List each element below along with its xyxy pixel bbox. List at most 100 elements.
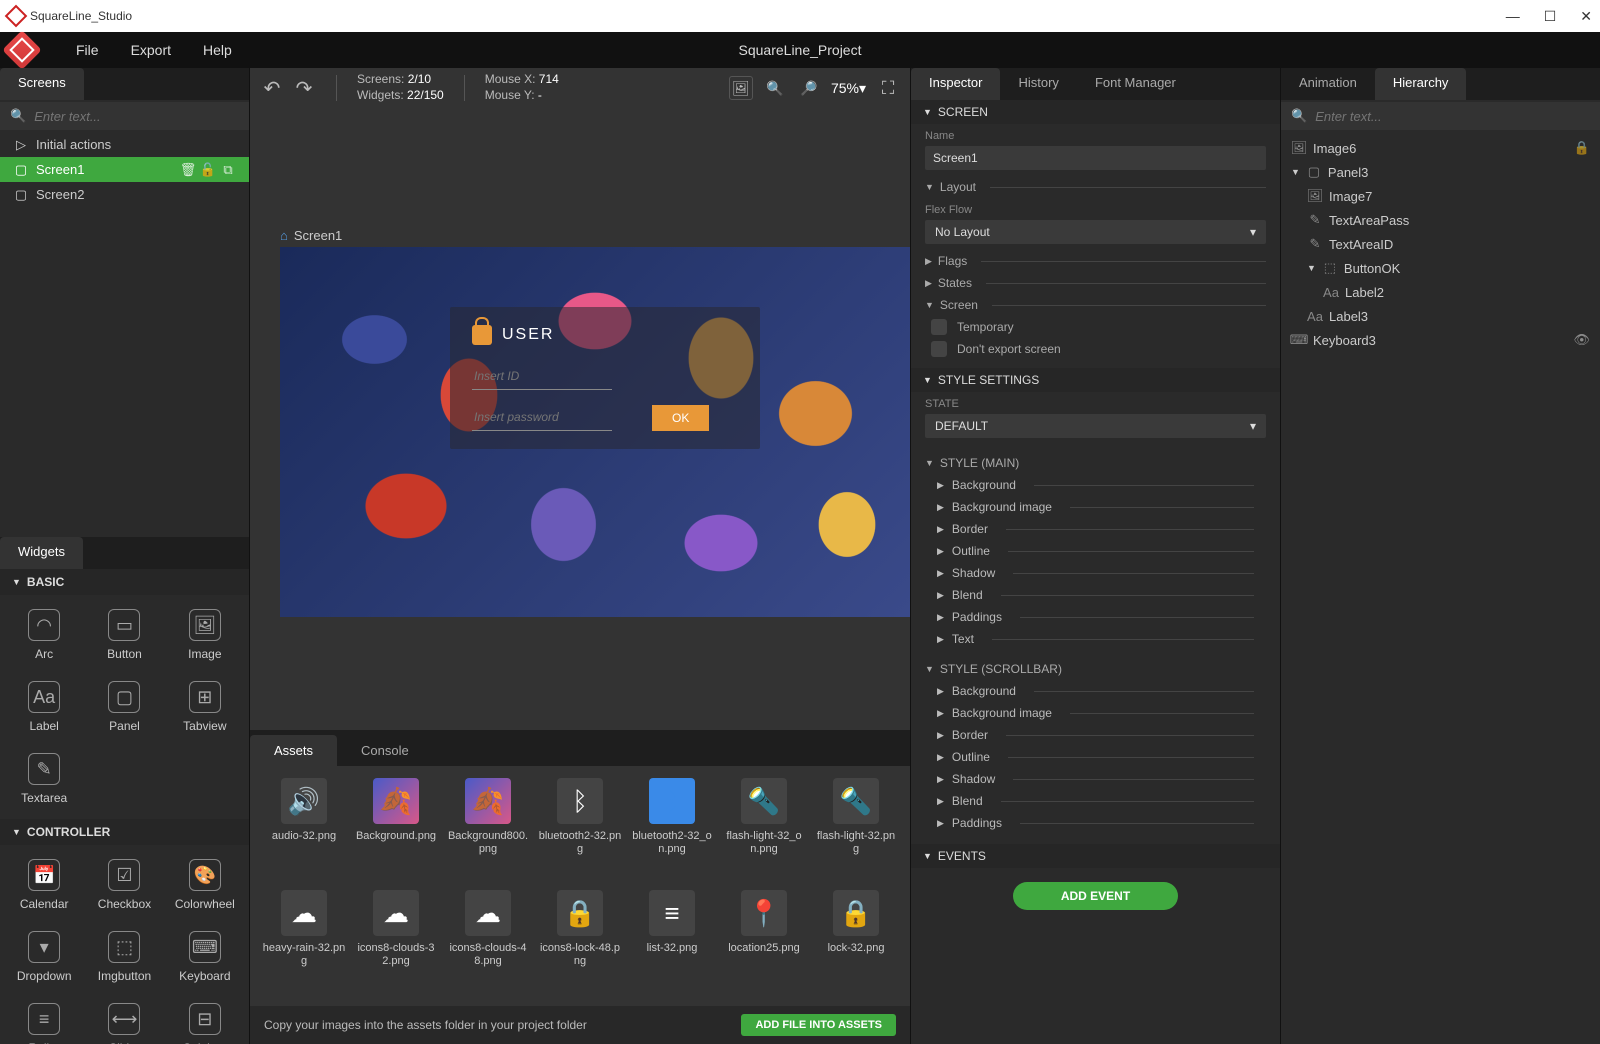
asset-item[interactable]: 🔦flash-light-32.png: [814, 778, 898, 882]
redo-button[interactable]: ↷: [292, 76, 316, 100]
widget-panel[interactable]: ▢Panel: [86, 673, 162, 741]
widget-calendar[interactable]: 📅Calendar: [6, 851, 82, 919]
image-mode-button[interactable]: 🖼: [729, 76, 753, 100]
style-paddings[interactable]: ▶Paddings: [911, 812, 1280, 834]
initial-actions-item[interactable]: ▷ Initial actions: [0, 132, 249, 157]
screen-sub-row[interactable]: ▼Screen: [911, 294, 1280, 316]
duplicate-icon[interactable]: ⧉: [221, 163, 235, 177]
style-text[interactable]: ▶Text: [911, 628, 1280, 650]
menu-help[interactable]: Help: [187, 34, 248, 66]
visibility-icon[interactable]: 👁: [1573, 332, 1590, 348]
asset-item[interactable]: 🔒lock-32.png: [814, 890, 898, 994]
hierarchy-item-keyboard3[interactable]: ⌨Keyboard3👁: [1281, 328, 1600, 352]
menu-export[interactable]: Export: [115, 34, 187, 66]
style-paddings[interactable]: ▶Paddings: [911, 606, 1280, 628]
checkbox-icon[interactable]: [931, 341, 947, 357]
asset-item[interactable]: 🍂Background.png: [354, 778, 438, 882]
asset-item[interactable]: 🍂Background800.png: [446, 778, 530, 882]
style-shadow[interactable]: ▶Shadow: [911, 562, 1280, 584]
hierarchy-item-image6[interactable]: 🖼Image6🔒: [1281, 136, 1600, 160]
style-shadow[interactable]: ▶Shadow: [911, 768, 1280, 790]
widget-textarea[interactable]: ✎Textarea: [6, 745, 82, 813]
screen-item-2[interactable]: ▢ Screen2: [0, 182, 249, 207]
widget-dropdown[interactable]: ▾Dropdown: [6, 923, 82, 991]
style-blend[interactable]: ▶Blend: [911, 584, 1280, 606]
style-scrollbar-header[interactable]: ▼STYLE (SCROLLBAR): [911, 658, 1280, 680]
widget-checkbox[interactable]: ☑Checkbox: [86, 851, 162, 919]
style-main-header[interactable]: ▼STYLE (MAIN): [911, 452, 1280, 474]
hierarchy-item-textareaid[interactable]: ✎TextAreaID: [1281, 232, 1600, 256]
screen-section[interactable]: ▼SCREEN: [911, 100, 1280, 124]
fullscreen-button[interactable]: ⛶: [876, 76, 900, 100]
add-file-button[interactable]: ADD FILE INTO ASSETS: [741, 1014, 896, 1036]
hierarchy-item-buttonok[interactable]: ▼⬚ButtonOK: [1281, 256, 1600, 280]
undo-button[interactable]: ↶: [260, 76, 284, 100]
widget-colorwheel[interactable]: 🎨Colorwheel: [167, 851, 243, 919]
layout-row[interactable]: ▼Layout: [911, 176, 1280, 198]
add-event-button[interactable]: ADD EVENT: [1013, 882, 1178, 910]
tab-inspector[interactable]: Inspector: [911, 68, 1000, 100]
widget-slider[interactable]: ⟷Slider: [86, 995, 162, 1044]
asset-item[interactable]: ☁icons8-clouds-48.png: [446, 890, 530, 994]
asset-item[interactable]: ☁heavy-rain-32.png: [262, 890, 346, 994]
screen-preview[interactable]: USER OK: [280, 247, 910, 617]
asset-item[interactable]: ≡list-32.png: [630, 890, 714, 994]
asset-item[interactable]: 🔒icons8-lock-48.png: [538, 890, 622, 994]
hierarchy-item-label2[interactable]: AaLabel2: [1281, 280, 1600, 304]
hierarchy-item-image7[interactable]: 🖼Image7: [1281, 184, 1600, 208]
style-background[interactable]: ▶Background: [911, 680, 1280, 702]
hierarchy-search-input[interactable]: [1315, 109, 1590, 124]
widget-roller[interactable]: ≡Roller: [6, 995, 82, 1044]
state-dropdown[interactable]: DEFAULT▾: [925, 414, 1266, 438]
widget-spinbox[interactable]: ⊟Spinbox: [167, 995, 243, 1044]
canvas-breadcrumb[interactable]: ⌂ Screen1: [280, 228, 910, 243]
flags-row[interactable]: ▶Flags: [911, 250, 1280, 272]
tab-history[interactable]: History: [1000, 68, 1076, 100]
widgets-controller-header[interactable]: ▼CONTROLLER: [0, 819, 249, 845]
widget-image[interactable]: 🖼Image: [167, 601, 243, 669]
tab-assets[interactable]: Assets: [250, 735, 337, 766]
zoom-in-button[interactable]: 🔎: [797, 76, 821, 100]
states-row[interactable]: ▶States: [911, 272, 1280, 294]
style-background[interactable]: ▶Background: [911, 474, 1280, 496]
minimize-button[interactable]: —: [1506, 8, 1520, 25]
asset-item[interactable]: ☁icons8-clouds-32.png: [354, 890, 438, 994]
screens-search[interactable]: 🔍: [0, 102, 249, 130]
style-border[interactable]: ▶Border: [911, 518, 1280, 540]
asset-item[interactable]: ᛒbluetooth2-32_on.png: [630, 778, 714, 882]
delete-icon[interactable]: 🗑: [181, 163, 195, 177]
menu-file[interactable]: File: [60, 34, 115, 66]
ok-button[interactable]: OK: [652, 405, 709, 431]
widget-arc[interactable]: ◠Arc: [6, 601, 82, 669]
tab-hierarchy[interactable]: Hierarchy: [1375, 68, 1467, 100]
hierarchy-search[interactable]: 🔍: [1281, 102, 1600, 130]
expand-icon[interactable]: ▼: [1307, 263, 1316, 273]
lock-icon[interactable]: 🔒: [1574, 140, 1590, 156]
id-input[interactable]: [472, 363, 612, 390]
zoom-out-button[interactable]: 🔍: [763, 76, 787, 100]
password-input[interactable]: [472, 404, 612, 431]
asset-item[interactable]: ᛒbluetooth2-32.png: [538, 778, 622, 882]
widget-keyboard[interactable]: ⌨Keyboard: [167, 923, 243, 991]
zoom-level[interactable]: 75%▾: [831, 80, 866, 97]
hierarchy-item-panel3[interactable]: ▼▢Panel3: [1281, 160, 1600, 184]
app-logo[interactable]: [2, 30, 42, 70]
widget-button[interactable]: ▭Button: [86, 601, 162, 669]
tab-font-manager[interactable]: Font Manager: [1077, 68, 1194, 100]
screen-item-1[interactable]: ▢ Screen1 🗑 🔓 ⧉: [0, 157, 249, 182]
widgets-basic-header[interactable]: ▼BASIC: [0, 569, 249, 595]
screens-search-input[interactable]: [34, 109, 239, 124]
style-border[interactable]: ▶Border: [911, 724, 1280, 746]
style-background-image[interactable]: ▶Background image: [911, 496, 1280, 518]
widget-imgbutton[interactable]: ⬚Imgbutton: [86, 923, 162, 991]
name-input[interactable]: [925, 146, 1266, 170]
close-button[interactable]: ✕: [1580, 8, 1592, 25]
hierarchy-item-textareapass[interactable]: ✎TextAreaPass: [1281, 208, 1600, 232]
style-outline[interactable]: ▶Outline: [911, 540, 1280, 562]
lock-icon[interactable]: 🔓: [201, 163, 215, 177]
dont-export-checkbox-row[interactable]: Don't export screen: [911, 338, 1280, 360]
events-section[interactable]: ▼EVENTS: [911, 844, 1280, 868]
login-panel[interactable]: USER OK: [450, 307, 760, 449]
tab-console[interactable]: Console: [337, 735, 433, 766]
flexflow-dropdown[interactable]: No Layout▾: [925, 220, 1266, 244]
